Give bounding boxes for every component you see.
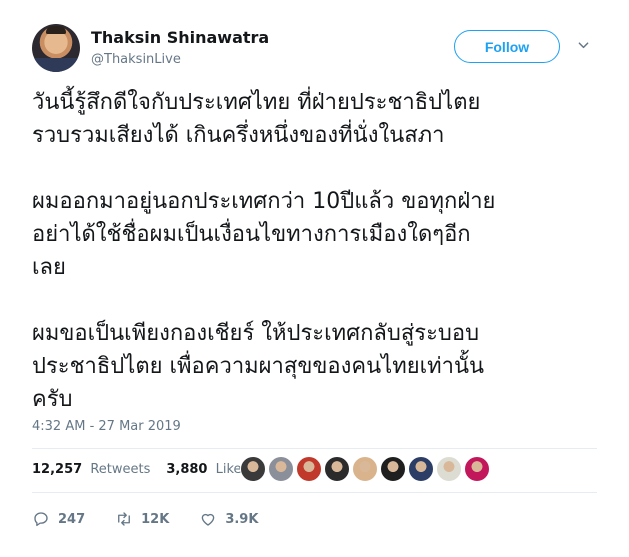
follow-button[interactable]: Follow <box>454 30 560 63</box>
heart-icon <box>202 513 215 526</box>
reply-count: 247 <box>58 511 86 527</box>
liker-avatar-8[interactable] <box>436 456 462 482</box>
liker-avatar-2[interactable] <box>268 456 294 482</box>
reply-button[interactable]: 247 <box>32 510 85 528</box>
liker-avatar-9[interactable] <box>464 456 490 482</box>
tweet-card: Thaksin Shinawatra @ThaksinLive Follow ว… <box>0 0 629 557</box>
like-button[interactable]: 3.9K <box>199 510 258 528</box>
retweet-icon <box>118 512 131 526</box>
retweet-count: 12K <box>141 511 170 527</box>
tweet-paragraph: ผมขอเป็นเพียงกองเชียร์ ให้ประเทศกลับสู่ร… <box>32 321 485 412</box>
tweet-paragraph: ผมออกมาอยู่นอกประเทศกว่า 10ปีแล้ว ขอทุกฝ… <box>32 189 496 280</box>
tweet-timestamp[interactable]: 4:32 AM - 27 Mar 2019 <box>32 419 181 434</box>
author-name[interactable]: Thaksin Shinawatra <box>91 28 269 47</box>
retweets-label: Retweets <box>90 462 151 477</box>
chevron-down-icon[interactable] <box>578 40 589 51</box>
tweet-actions: 247 12K 3.9K <box>32 510 288 528</box>
reply-icon <box>34 512 48 527</box>
author-handle[interactable]: @ThaksinLive <box>91 52 181 67</box>
likes-count: 3,880 <box>166 462 208 477</box>
liker-avatar-4[interactable] <box>324 456 350 482</box>
divider <box>32 448 597 449</box>
liker-avatar-3[interactable] <box>296 456 322 482</box>
author-avatar[interactable] <box>32 24 80 72</box>
likes-stat[interactable]: 3,880 Likes <box>166 462 248 477</box>
liker-avatar-5[interactable] <box>352 456 378 482</box>
retweets-count: 12,257 <box>32 462 83 477</box>
like-count: 3.9K <box>225 511 259 527</box>
liker-avatar-7[interactable] <box>408 456 434 482</box>
liker-avatar-1[interactable] <box>240 456 266 482</box>
liker-avatars <box>240 456 492 482</box>
divider <box>32 492 597 493</box>
tweet-text: วันนี้รู้สึกดีใจกับประเทศไทย ที่ฝ่ายประช… <box>32 86 602 449</box>
engagement-stats: 12,257 Retweets 3,880 Likes <box>32 462 264 477</box>
liker-avatar-6[interactable] <box>380 456 406 482</box>
retweets-stat[interactable]: 12,257 Retweets <box>32 462 150 477</box>
tweet-paragraph: วันนี้รู้สึกดีใจกับประเทศไทย ที่ฝ่ายประช… <box>32 90 481 148</box>
retweet-button[interactable]: 12K <box>115 510 169 528</box>
